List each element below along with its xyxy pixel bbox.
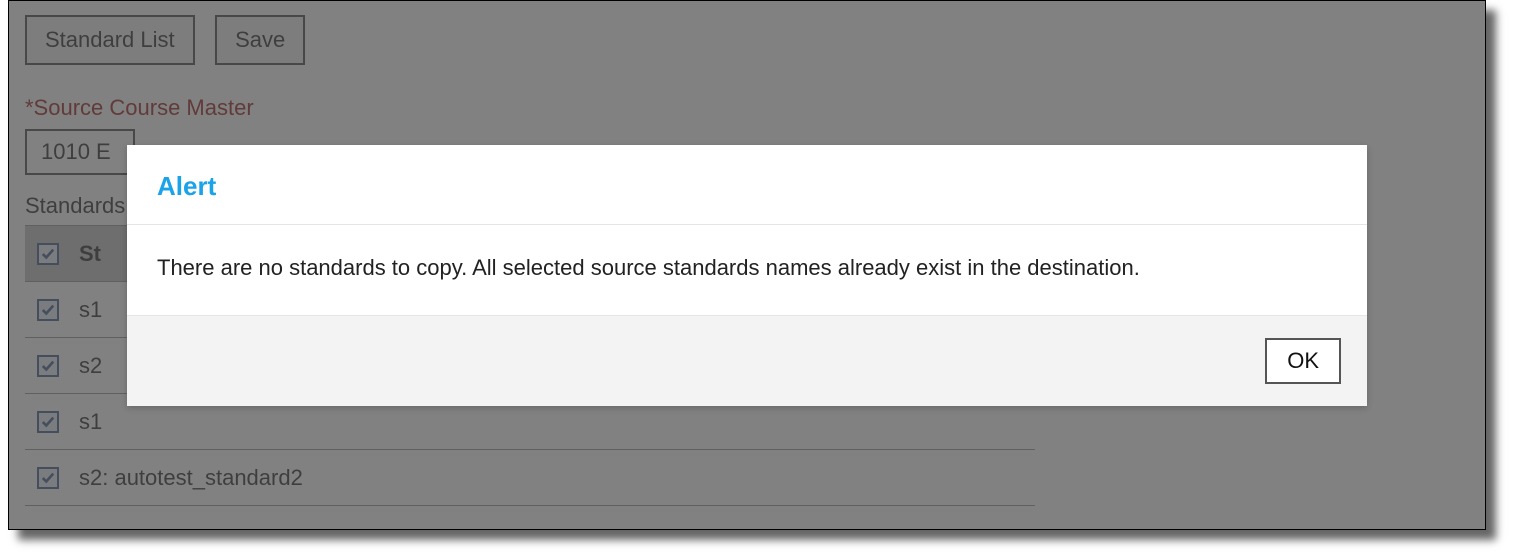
check-icon xyxy=(41,471,55,485)
ok-button[interactable]: OK xyxy=(1265,338,1341,384)
row-checkbox[interactable] xyxy=(37,411,59,433)
save-button[interactable]: Save xyxy=(215,15,305,65)
standard-list-button[interactable]: Standard List xyxy=(25,15,195,65)
select-all-checkbox[interactable] xyxy=(37,243,59,265)
check-icon xyxy=(41,359,55,373)
standard-name: s1 xyxy=(79,409,102,435)
row-checkbox[interactable] xyxy=(37,355,59,377)
source-course-master-select[interactable]: 1010 E xyxy=(25,129,135,175)
row-checkbox[interactable] xyxy=(37,467,59,489)
alert-modal: Alert There are no standards to copy. Al… xyxy=(127,145,1367,406)
table-row: s2: autotest_standard2 xyxy=(25,450,1035,506)
check-icon xyxy=(41,247,55,261)
standard-name: s2 xyxy=(79,353,102,379)
standard-name: s1 xyxy=(79,297,102,323)
check-icon xyxy=(41,415,55,429)
check-icon xyxy=(41,303,55,317)
source-course-master-label: *Source Course Master xyxy=(25,95,1469,121)
row-checkbox[interactable] xyxy=(37,299,59,321)
modal-message: There are no standards to copy. All sele… xyxy=(127,225,1367,316)
modal-title: Alert xyxy=(157,171,1337,202)
table-header-label: St xyxy=(79,241,101,267)
standard-name: s2: autotest_standard2 xyxy=(79,465,303,491)
